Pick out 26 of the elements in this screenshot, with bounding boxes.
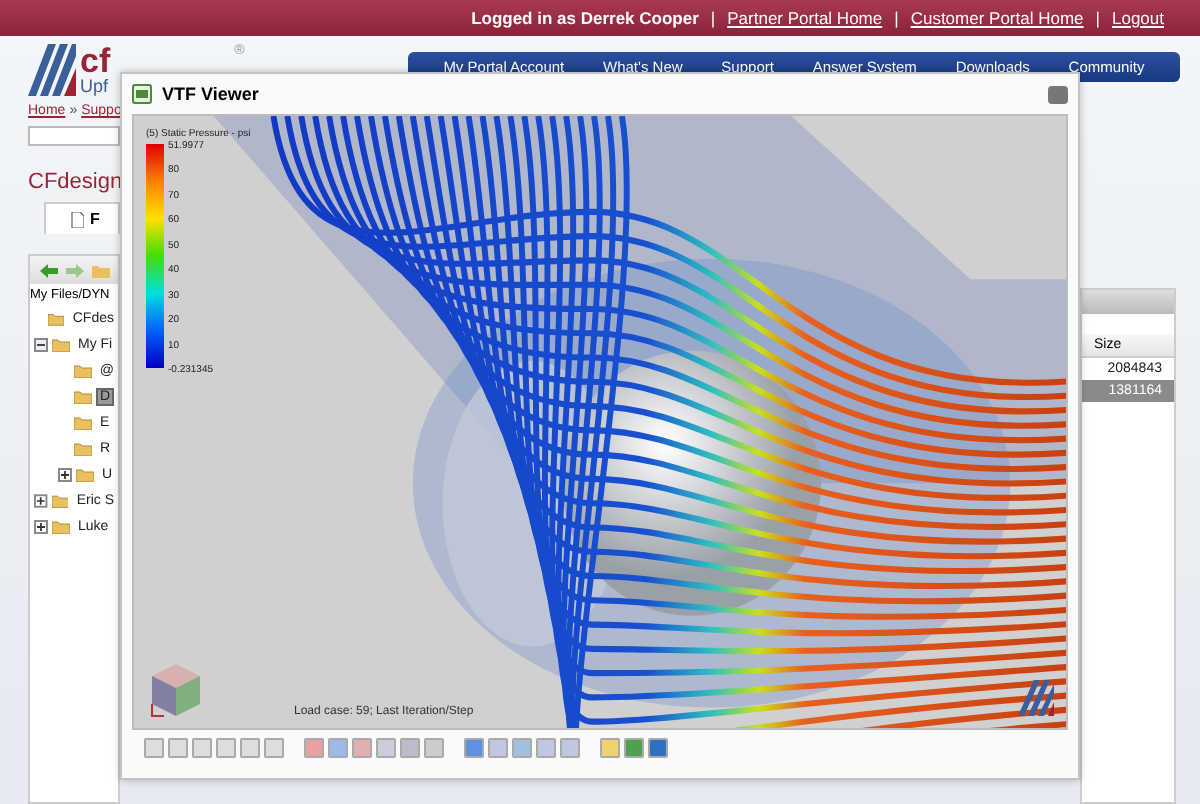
back-arrow-icon[interactable]	[40, 263, 58, 277]
grid-toolbar	[1082, 290, 1174, 314]
files-tab[interactable]: F	[44, 202, 120, 234]
folder-icon[interactable]	[92, 263, 110, 277]
page-heading: CFdesign	[28, 170, 120, 194]
expand-toggle[interactable]	[58, 468, 72, 482]
document-icon	[70, 211, 84, 227]
expand-toggle[interactable]	[34, 520, 48, 534]
top-link[interactable]: Customer Portal Home	[910, 8, 1084, 28]
collapse-toggle[interactable]	[34, 338, 48, 352]
separator: |	[894, 8, 899, 28]
separator: |	[710, 8, 716, 28]
logo-text: cf	[80, 44, 111, 78]
window-app-icon	[132, 84, 152, 104]
separator: |	[1095, 8, 1100, 28]
forward-arrow-icon[interactable]	[66, 263, 84, 277]
close-button[interactable]	[1048, 85, 1068, 103]
logged-in-user: Logged in as Derrek Cooper	[471, 8, 699, 28]
window-title: VTF Viewer	[162, 84, 259, 104]
top-link[interactable]: Logout	[1112, 8, 1164, 28]
logo-stripes-icon	[1018, 680, 1054, 716]
logo-tagline: Upf	[80, 78, 111, 96]
input-field[interactable]	[28, 126, 120, 146]
logo-stripes-icon	[28, 44, 76, 96]
expand-toggle[interactable]	[34, 494, 48, 508]
top-link[interactable]: Partner Portal Home	[727, 8, 883, 28]
